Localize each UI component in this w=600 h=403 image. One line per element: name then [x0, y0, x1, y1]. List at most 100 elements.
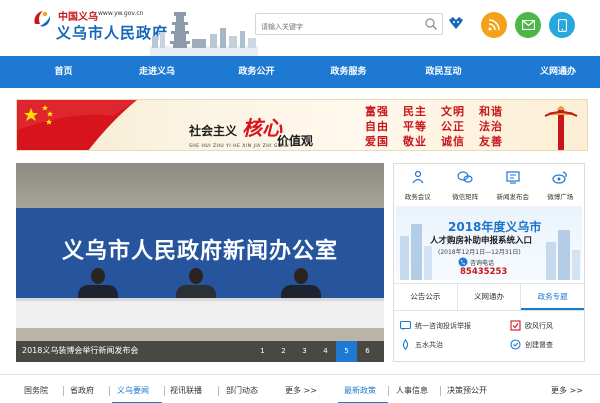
- service-link-water[interactable]: 五水共治: [400, 339, 510, 350]
- category-video-broadcast[interactable]: 视讯联播: [170, 385, 202, 396]
- tab-special-topics[interactable]: 政务专题: [521, 284, 585, 310]
- value-word: 平等: [403, 120, 427, 133]
- quick-link-weibo[interactable]: 微博广场: [537, 164, 585, 204]
- nav-item-home[interactable]: 首页: [0, 56, 127, 88]
- slide-caption[interactable]: 2018义乌装博会举行新闻发布会: [22, 345, 138, 356]
- service-label: 创建督查: [525, 340, 553, 349]
- nav-item-online-services[interactable]: 义网通办: [516, 56, 600, 88]
- mobile-phone-icon: [557, 18, 567, 32]
- nav-item-government-affairs[interactable]: 政务公开: [187, 56, 326, 88]
- quick-link-meeting[interactable]: 政务会议: [394, 164, 442, 204]
- tab-announcements[interactable]: 公告公示: [394, 284, 458, 310]
- flag-image: [17, 100, 137, 150]
- mail-icon: [521, 20, 535, 30]
- core-values-prefix: 社会主义: [189, 124, 238, 138]
- divider: [440, 386, 441, 396]
- search-input[interactable]: [256, 17, 416, 37]
- slide-page-1[interactable]: 1: [252, 341, 273, 362]
- slide-page-3[interactable]: 3: [294, 341, 315, 362]
- service-link-conduct[interactable]: 欧风行风: [510, 320, 580, 331]
- search-box: [255, 13, 443, 37]
- quick-link-label: 政务会议: [404, 193, 431, 201]
- rss-icon: [488, 19, 500, 31]
- promo-phone-label: 咨询电话: [470, 260, 495, 267]
- divider: [388, 386, 389, 396]
- meeting-icon: [412, 170, 424, 184]
- quick-link-wechat[interactable]: 微信矩阵: [442, 164, 490, 204]
- category-state-council[interactable]: 国务院: [24, 385, 48, 396]
- water-icon: [402, 339, 409, 350]
- service-list: 统一咨询投诉举报 欧风行风 五水共治 创建督查: [400, 320, 580, 350]
- news-category-bar: 国务院 省政府 义乌要闻 视讯联播 部门动态 更多 >> 最新政策 人事信息 决…: [0, 374, 600, 403]
- category-latest-policy[interactable]: 最新政策: [344, 385, 376, 396]
- complaint-icon: [400, 320, 411, 331]
- more-link-policy[interactable]: 更多 >>: [551, 385, 583, 396]
- value-word: 公正: [441, 120, 465, 133]
- quick-link-press[interactable]: 新闻发布会: [489, 164, 537, 204]
- info-tabs: 公告公示 义网通办 政务专题: [394, 283, 585, 311]
- value-word: 富强: [365, 105, 389, 118]
- slide-pager: 1 2 3 4 5 6: [252, 341, 378, 362]
- service-link-inspection[interactable]: 创建督查: [510, 339, 580, 350]
- divider: [164, 386, 165, 396]
- value-word: 敬业: [403, 135, 427, 148]
- quick-link-label: 微信矩阵: [452, 193, 479, 201]
- news-slideshow[interactable]: 义乌市人民政府新闻办公室 2018义乌装博会举行新闻发布会 1 2 3 4 5 …: [16, 163, 384, 362]
- service-label: 欧风行风: [525, 321, 553, 330]
- slide-page-2[interactable]: 2: [273, 341, 294, 362]
- city-emblem-icon[interactable]: [31, 8, 53, 30]
- mail-button[interactable]: [515, 12, 541, 38]
- service-label: 统一咨询投诉举报: [415, 321, 471, 330]
- promo-date: (2018年12月1日—12月31日): [438, 249, 521, 256]
- search-icon[interactable]: [424, 17, 438, 31]
- value-word: 诚信: [441, 135, 465, 148]
- wechat-icon: [457, 171, 473, 183]
- phone-icon: [458, 257, 468, 267]
- promo-phone: 85435253: [460, 267, 508, 277]
- nav-item-public-interaction[interactable]: 政民互动: [371, 56, 516, 88]
- slide-caption-bar: 2018义乌装博会举行新闻发布会 1 2 3 4 5 6: [16, 341, 384, 362]
- core-values-title: 社会主义 核心 价值观 SHE HUI ZHU YI HE XIN JIA ZH…: [189, 112, 313, 149]
- core-values-banner[interactable]: 社会主义 核心 价值观 SHE HUI ZHU YI HE XIN JIA ZH…: [16, 99, 588, 151]
- conduct-icon: [510, 320, 521, 331]
- slide-headline: 义乌市人民政府新闻办公室: [61, 239, 338, 264]
- conference-table: [16, 298, 384, 328]
- talent-housing-promo[interactable]: 2018年度义乌市 人才购房补助申报系统入口 (2018年12月1日—12月31…: [396, 206, 582, 280]
- nav-item-government-services[interactable]: 政务服务: [326, 56, 371, 88]
- huabiao-column-image: [544, 106, 578, 150]
- mascot-icon[interactable]: [447, 14, 465, 32]
- inspection-icon: [510, 339, 521, 350]
- value-word: 爱国: [365, 135, 389, 148]
- core-values-pinyin: SHE HUI ZHU YI HE XIN JIA ZHI GUAN: [189, 144, 290, 149]
- slide-ceiling: [16, 163, 384, 208]
- divider: [109, 386, 110, 396]
- tab-online-services[interactable]: 义网通办: [458, 284, 522, 310]
- more-link-news[interactable]: 更多 >>: [285, 385, 317, 396]
- value-word: 法治: [479, 120, 503, 133]
- value-word: 文明: [441, 105, 465, 118]
- site-name-small: 中国义乌: [58, 12, 98, 23]
- value-word: 友善: [479, 135, 503, 148]
- slide-page-6[interactable]: 6: [357, 341, 378, 362]
- rss-button[interactable]: [481, 12, 507, 38]
- slide-page-5[interactable]: 5: [336, 341, 357, 362]
- divider: [218, 386, 219, 396]
- slide-page-4[interactable]: 4: [315, 341, 336, 362]
- category-yiwu-news[interactable]: 义乌要闻: [117, 385, 149, 396]
- value-word: 和谐: [479, 105, 503, 118]
- quick-link-label: 微博广场: [547, 193, 574, 201]
- nav-item-about-yiwu[interactable]: 走进义乌: [127, 56, 187, 88]
- press-conference-icon: [506, 171, 520, 184]
- value-word: 民主: [403, 105, 427, 118]
- category-department-news[interactable]: 部门动态: [226, 385, 258, 396]
- site-url: www.yw.gov.cn: [98, 10, 144, 17]
- site-header: 中国义乌 www.yw.gov.cn 义乌市人民政府: [0, 0, 600, 56]
- category-decision-preview[interactable]: 决策预公开: [447, 385, 487, 396]
- core-values-grid: 富强 民主 文明 和谐 自由 平等 公正 法治 爱国 敬业 诚信 友善: [358, 105, 510, 149]
- category-provincial-gov[interactable]: 省政府: [70, 385, 94, 396]
- main-nav: 首页 走进义乌 政务公开 政务服务 政民互动 义网通办: [0, 56, 600, 88]
- divider: [63, 386, 64, 396]
- mobile-button[interactable]: [549, 12, 575, 38]
- category-personnel-info[interactable]: 人事信息: [396, 385, 428, 396]
- service-link-complaint[interactable]: 统一咨询投诉举报: [400, 320, 510, 331]
